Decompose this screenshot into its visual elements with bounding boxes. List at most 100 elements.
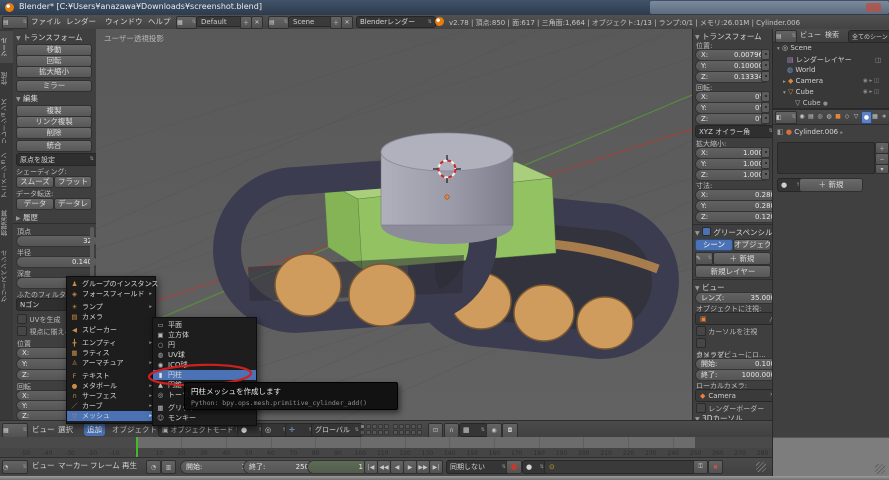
active-keying-set-field[interactable]: ⊙ [544,460,700,474]
play-reverse-button[interactable]: ◀ [390,460,404,474]
editor-type-outliner-icon[interactable]: ▤⇅ [775,30,797,43]
timeline-playhead[interactable] [136,437,138,457]
add-menu-item-text[interactable]: Fテキスト [67,371,155,381]
scale-button[interactable]: 拡大縮小 [16,66,92,78]
editor-type-info-icon[interactable]: ▤⇅ [2,16,28,29]
outliner-row-cube-data[interactable]: ▽ Cube ● [795,99,828,107]
outliner-menu-search[interactable]: 検索 [825,29,839,42]
tab-physics[interactable]: 物理演算 [0,203,13,243]
auto-keyframe-record-button[interactable] [506,460,522,474]
add-menu-item-speaker[interactable]: ◀スピーカー [67,325,155,335]
mesh-item-circle[interactable]: ○円 [153,340,256,350]
material-slot-specials-button[interactable]: ▾ [875,164,889,174]
add-menu-item-lattice[interactable]: ▦ラティス [67,348,155,358]
editor-type-3dview-icon[interactable]: ▦⇅ [2,423,28,438]
tab-tools[interactable]: ツール [0,31,13,63]
timeline-resize-grip[interactable] [756,462,766,472]
jump-to-prev-key-button[interactable]: ◀◀ [377,460,391,474]
rotation-mode-dropdown[interactable]: XYZ オイラー角⇅ [695,125,777,138]
vertices-slider[interactable]: 32 [16,235,98,247]
scale-z-field[interactable]: Z:1.000 [695,169,769,181]
gp-tab-object[interactable]: オブジェクト [733,239,771,251]
frame-end-field[interactable]: 終了:250 [243,460,315,474]
mesh-item-plane[interactable]: ▭平面 [153,320,256,330]
scene-selector-icon[interactable]: ▤⇅ [268,16,289,29]
preview-range-icon[interactable]: ◔ [146,460,161,474]
lens-field[interactable]: レンズ:35.000 [695,292,781,304]
gp-new-button[interactable]: ＋ 新規 [713,252,771,265]
gp-tab-scene[interactable]: シーン [695,239,733,251]
location-z-field[interactable]: Z:0.13334 [695,71,769,83]
opengl-render-icon[interactable]: ◉ [486,423,502,438]
lock-icon[interactable] [761,169,770,180]
tab-render-layers-icon[interactable]: ▤ [807,111,815,122]
jump-to-start-button[interactable]: |◀ [364,460,378,474]
current-frame-field[interactable]: 1 [307,460,369,474]
dim-z-field[interactable]: Z:0.120 [695,211,781,223]
keying-filter-icon[interactable]: ▥ [161,460,176,474]
window-resize-grip[interactable] [875,464,885,474]
shade-flat-button[interactable]: フラット [54,176,92,188]
layers-group-2[interactable] [393,424,422,435]
gp-pencil-icon[interactable]: ✎⇅ [695,252,713,265]
set-origin-dropdown[interactable]: 原点を設定⇅ [16,153,98,166]
view3d-menu-view[interactable]: ビュー [32,423,55,436]
add-menu-item-camera[interactable]: ▤カメラ [67,312,155,322]
transform-panel-header[interactable]: ▼ トランスフォーム [16,32,83,43]
tab-world-icon[interactable]: ◍ [825,111,833,122]
breadcrumb[interactable]: ◧ ● Cylinder.006 ▸ [777,128,843,136]
transfer-data-layout-button[interactable]: データレ [54,198,92,210]
lock-icon[interactable] [761,60,770,71]
add-menu-item-group-instance[interactable]: ♟グループのインスタンス▸ [67,279,155,289]
material-slot-list[interactable] [777,142,875,174]
add-menu-item-force-field[interactable]: ◈フォースフィールド▸ [67,289,155,299]
expander-icon[interactable]: ▾ [777,46,780,52]
view3d-menu-object[interactable]: オブジェクト [112,423,157,436]
add-menu-item-metaball[interactable]: ●メタボール▸ [67,381,155,391]
menu-render[interactable]: レンダー [66,15,96,28]
history-panel-header[interactable]: ▶ 履歴 [16,212,38,223]
view3d-menu-select[interactable]: 選択 [58,423,73,436]
expander-icon[interactable]: ▾ [783,90,786,96]
insert-keyframe-button[interactable]: ⚿ [693,460,708,474]
add-menu-item-empty[interactable]: ╋エンプティ▸ [67,338,155,348]
tab-data-icon[interactable]: ▽ [852,111,860,122]
local-camera-field[interactable]: ◆Camera✕ [695,389,779,402]
transfer-data-button[interactable]: データ [16,198,54,210]
tab-relations[interactable]: リレーションズ [0,95,13,147]
add-menu-item-curve[interactable]: ／カーブ▸ [67,401,155,411]
tab-grease-pencil[interactable]: グリースペンシル [0,245,13,307]
timeline-menu-marker[interactable]: マーカー [58,459,88,472]
timeline-track-area[interactable] [0,437,772,448]
delete-button[interactable]: 削除 [16,127,92,139]
tab-modifiers-icon[interactable]: ◇ [843,111,851,122]
tab-render-icon[interactable]: ◉ [798,111,806,122]
clip-end-field[interactable]: 終了:1000.000 [695,369,781,381]
mesh-item-monkey[interactable]: ☺モンキー [153,413,256,423]
pin-icon[interactable]: ◧ [777,128,784,136]
render-engine-select[interactable]: Blenderレンダー⇅ [356,16,436,28]
lock-icon[interactable] [761,147,770,158]
add-menu-item-armature[interactable]: ♙アーマチュア▸ [67,358,155,368]
generate-uvs-checkbox[interactable]: UVを生成 [17,314,60,326]
lock-icon[interactable] [761,91,770,102]
lock-icon[interactable] [761,158,770,169]
close-scene-button[interactable]: ✕ [341,16,353,29]
tab-create[interactable]: 作成 [0,65,13,93]
outliner-scene-filter-dropdown[interactable]: 全てのシーン [848,30,889,43]
add-menu-item-lamp[interactable]: ☀ランプ▸ [67,302,155,312]
join-button[interactable]: 統合 [16,140,92,152]
rotation-z-field[interactable]: Z:0° [695,113,769,125]
screen-layout-icon[interactable]: ▦⇅ [176,16,197,29]
add-menu-item-surface[interactable]: ∩サーフェス▸ [67,391,155,401]
edit-panel-header[interactable]: ▼ 編集 [16,93,38,104]
layers-group-1[interactable] [360,424,389,435]
new-material-button[interactable]: ＋ 新規 [799,178,863,192]
mirror-button[interactable]: ミラー [16,80,92,92]
sync-dropdown[interactable]: 同期しない⇅ [446,460,510,474]
tab-texture-icon[interactable]: ▦ [871,111,879,122]
mesh-item-cube[interactable]: ▣立方体 [153,330,256,340]
jump-to-end-button[interactable]: ▶| [429,460,443,474]
close-layout-button[interactable]: ✕ [251,16,263,29]
outliner-row-camera[interactable]: ▸ ◆ Camera [783,77,823,85]
